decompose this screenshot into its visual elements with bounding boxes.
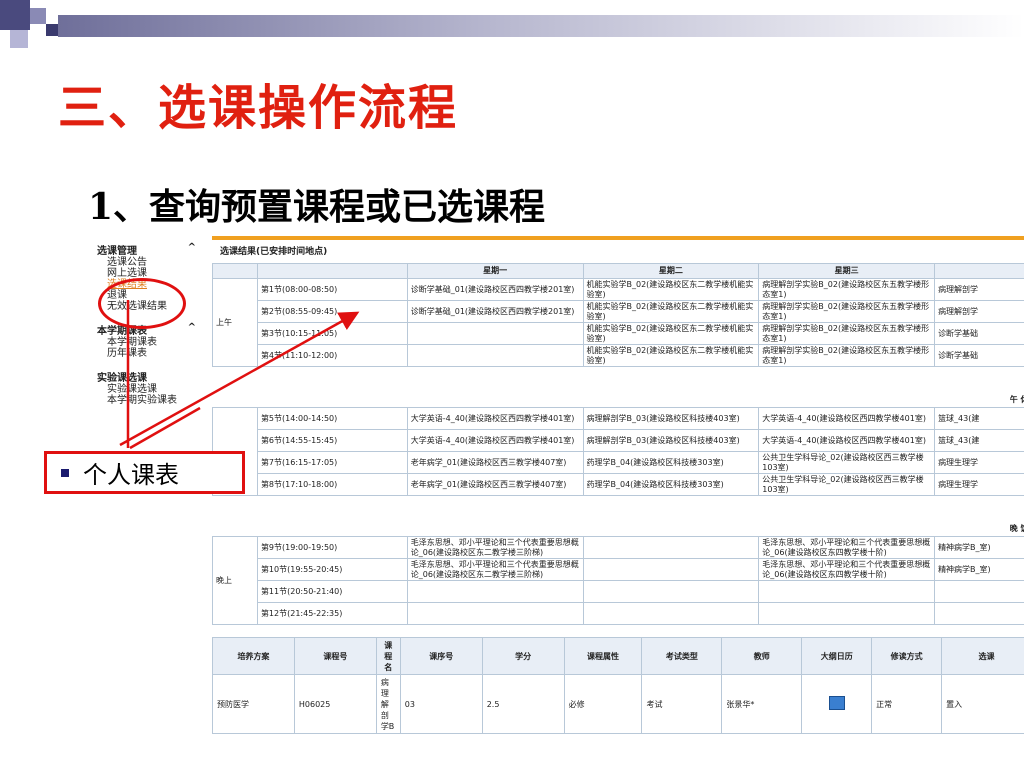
- arrow-to-schedule: [119, 311, 360, 447]
- arrow-to-sidebar-item: [129, 406, 201, 450]
- annotation-arrows: [119, 300, 360, 450]
- callout-text: 个人课表: [83, 461, 179, 489]
- callout-box: 个人课表: [44, 451, 245, 494]
- bullet-icon: [61, 468, 69, 477]
